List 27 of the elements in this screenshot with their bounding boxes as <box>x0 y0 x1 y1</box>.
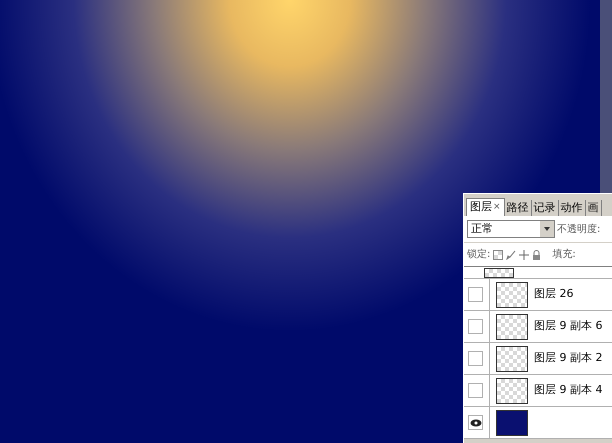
blend-mode-dropdown[interactable]: 正常 <box>467 220 555 238</box>
layer-row[interactable] <box>464 267 612 279</box>
layer-thumbnail <box>484 268 514 278</box>
eye-icon[interactable] <box>468 415 483 430</box>
move-icon[interactable] <box>519 250 530 260</box>
layer-name: 图层 9 副本 2 <box>534 350 602 366</box>
layer-row[interactable]: 图层 26 <box>464 279 612 311</box>
lock-icon[interactable] <box>532 250 542 260</box>
visibility-toggle[interactable] <box>468 351 483 366</box>
layer-name: 图层 9 副本 6 <box>534 318 602 334</box>
layer-name: 图层 9 副本 4 <box>534 382 602 398</box>
layer-name: 图层 26 <box>534 286 574 302</box>
visibility-toggle[interactable] <box>468 383 483 398</box>
fill-label: 填充: <box>552 248 576 262</box>
caret-icon <box>540 221 554 237</box>
layer-row[interactable]: 图层 9 副本 4 <box>464 375 612 407</box>
layer-row[interactable] <box>464 407 612 439</box>
panel-tab[interactable]: 图层× <box>466 198 505 216</box>
close-icon[interactable]: × <box>493 200 501 214</box>
brush-icon[interactable] <box>506 250 516 260</box>
opacity-label: 不透明度: <box>557 222 600 236</box>
layer-row[interactable]: 图层 9 副本 6 <box>464 311 612 343</box>
lock-transparency-icon[interactable] <box>493 250 504 260</box>
layer-row[interactable]: 图层 9 副本 2 <box>464 343 612 375</box>
lock-label: 锁定: <box>467 248 490 262</box>
visibility-toggle[interactable] <box>468 319 483 334</box>
visibility-toggle[interactable] <box>468 287 483 302</box>
